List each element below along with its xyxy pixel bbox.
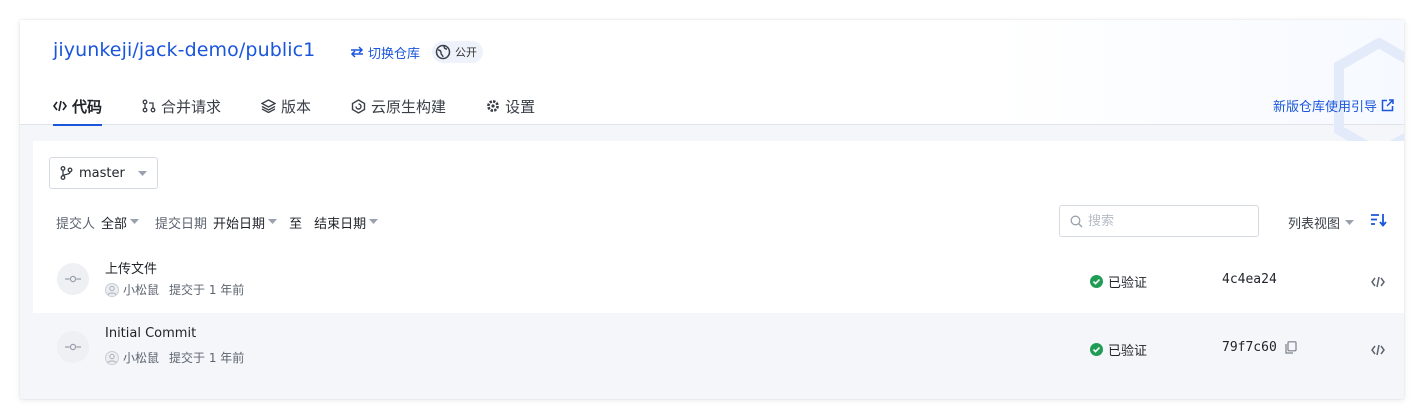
search-icon: [1070, 215, 1083, 227]
repo-card: jiyunkeji/jack-demo/public1 切换仓库 公开 代码 合…: [20, 20, 1404, 399]
repo-tabs: 代码 合并请求 版本 云原生构建 设置: [53, 90, 575, 126]
view-mode-select[interactable]: 列表视图: [1288, 213, 1355, 232]
external-link-icon: [1381, 99, 1394, 112]
commit-search: [1059, 205, 1259, 237]
switch-repo-button[interactable]: 切换仓库: [350, 43, 420, 62]
repo-name-link[interactable]: public1: [245, 39, 315, 61]
commit-author[interactable]: 小松鼠: [123, 349, 159, 366]
gear-icon: [487, 100, 499, 112]
repo-guide-link[interactable]: 新版仓库使用引导: [1273, 96, 1394, 115]
repo-path: jiyunkeji/jack-demo/public1: [53, 39, 316, 61]
commits-panel: master 提交人 全部 提交日期 开始日期 至 结束日期 搜索 列表视图 上…: [33, 141, 1404, 381]
commit-meta: 小松鼠 提交于 1 年前: [105, 349, 244, 366]
commit-meta: 小松鼠 提交于 1 年前: [105, 281, 244, 298]
chevron-down-icon: [130, 219, 140, 224]
tab-merge-requests[interactable]: 合并请求: [142, 90, 221, 125]
commit-filters: 提交人 全部 提交日期 开始日期 至 结束日期: [56, 213, 379, 232]
check-circle-icon: [1090, 275, 1103, 288]
user-avatar-icon: [105, 282, 119, 297]
repo-group-link[interactable]: jack-demo: [139, 39, 239, 61]
swap-icon: [350, 46, 364, 58]
repo-owner-link[interactable]: jiyunkeji: [53, 39, 132, 61]
start-date-picker[interactable]: 开始日期: [213, 213, 278, 232]
branch-icon: [60, 166, 73, 180]
user-avatar-icon: [105, 350, 119, 365]
merge-request-icon: [142, 99, 156, 113]
copy-icon[interactable]: [1285, 341, 1297, 354]
commit-sha-link[interactable]: 79f7c60: [1222, 340, 1277, 355]
chevron-down-icon: [138, 171, 147, 176]
commit-sha-link[interactable]: 4c4ea24: [1222, 272, 1277, 287]
tab-cloud-build[interactable]: 云原生构建: [351, 90, 446, 125]
build-icon: [351, 98, 366, 114]
tab-releases[interactable]: 版本: [261, 90, 311, 125]
globe-icon: [435, 44, 451, 60]
commit-node-icon: [57, 331, 89, 363]
sort-descending-icon: [1371, 214, 1387, 227]
date-filter-label: 提交日期: [155, 216, 208, 232]
chevron-down-icon: [369, 219, 379, 224]
commit-row[interactable]: 上传文件 小松鼠 提交于 1 年前 已验证 4c4ea24: [33, 245, 1404, 313]
code-icon: [1371, 276, 1385, 288]
verified-badge: 已验证: [1090, 340, 1147, 359]
chevron-down-icon: [1345, 219, 1355, 225]
commit-sha: 4c4ea24: [1222, 272, 1277, 287]
sort-button[interactable]: [1370, 212, 1387, 232]
verified-badge: 已验证: [1090, 272, 1147, 291]
visibility-badge: 公开: [432, 41, 483, 63]
repo-header: jiyunkeji/jack-demo/public1 切换仓库 公开 代码 合…: [20, 20, 1404, 158]
committer-filter[interactable]: 全部: [101, 213, 140, 232]
check-circle-icon: [1090, 343, 1103, 356]
commit-time: 提交于 1 年前: [169, 283, 245, 297]
tab-code[interactable]: 代码: [53, 90, 103, 126]
committer-filter-label: 提交人: [56, 216, 96, 232]
search-input[interactable]: [1088, 213, 1248, 229]
commit-title[interactable]: Initial Commit: [105, 326, 196, 341]
code-icon: [1371, 344, 1385, 356]
code-icon: [53, 100, 67, 112]
date-range-to: 至: [289, 216, 303, 232]
end-date-picker[interactable]: 结束日期: [314, 213, 379, 232]
tab-settings[interactable]: 设置: [486, 90, 535, 125]
chevron-down-icon: [268, 219, 278, 224]
layers-icon: [261, 99, 277, 113]
commit-sha: 79f7c60: [1222, 340, 1297, 355]
commit-author[interactable]: 小松鼠: [123, 281, 159, 298]
commit-row[interactable]: Initial Commit 小松鼠 提交于 1 年前 已验证 79f7c60: [33, 313, 1404, 381]
browse-code-button[interactable]: [1371, 273, 1385, 292]
commit-title[interactable]: 上传文件: [105, 258, 157, 277]
commit-time: 提交于 1 年前: [169, 351, 245, 365]
browse-code-button[interactable]: [1371, 341, 1385, 360]
branch-selector[interactable]: master: [49, 157, 158, 189]
commit-node-icon: [57, 263, 89, 295]
